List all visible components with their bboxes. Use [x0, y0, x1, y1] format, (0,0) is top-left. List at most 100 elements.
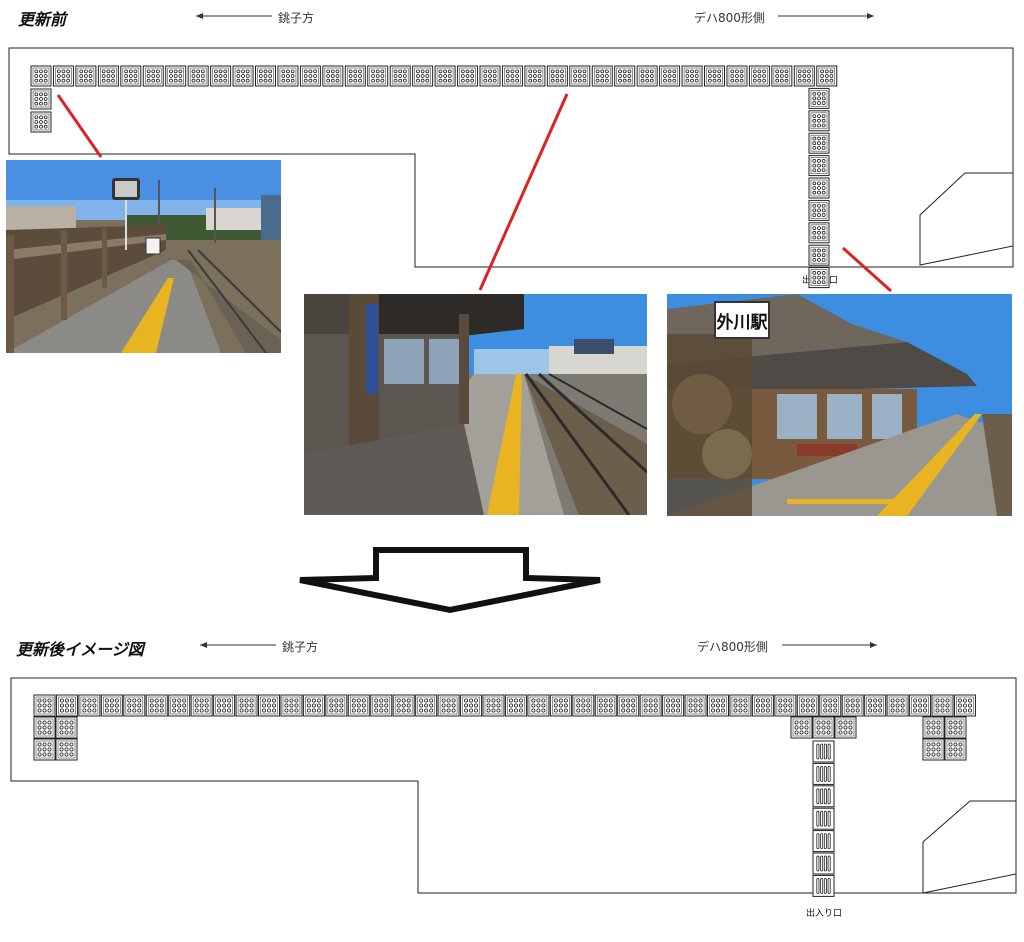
tactile-block-icon	[808, 244, 830, 266]
tactile-line-block-icon	[812, 740, 835, 763]
tactile-block-icon	[190, 694, 213, 717]
tactile-block-icon	[636, 65, 658, 87]
tactile-block-icon	[258, 694, 280, 717]
tactile-block-icon	[662, 694, 685, 717]
tactile-block-icon	[33, 716, 56, 739]
tactile-block-icon	[569, 65, 591, 87]
tactile-block-icon	[389, 65, 411, 87]
station-sign: 外川駅	[717, 312, 769, 333]
tactile-block-icon	[232, 65, 254, 87]
tactile-block-icon	[591, 65, 613, 87]
tactile-block-icon	[816, 65, 838, 87]
tactile-block-icon	[322, 65, 344, 87]
tactile-block-icon	[931, 694, 954, 717]
tactile-block-icon	[639, 694, 662, 717]
tactile-block-icon	[437, 694, 460, 717]
tactile-block-icon	[100, 694, 123, 717]
tactile-block-icon	[412, 65, 434, 87]
leader-line	[478, 93, 569, 291]
tactile-block-icon	[55, 738, 78, 761]
tactile-block-icon	[834, 716, 857, 739]
tactile-block-icon	[886, 694, 909, 717]
tactile-line-block-icon	[812, 830, 835, 853]
photo-station-building: 外川駅	[667, 294, 1012, 516]
tactile-block-icon	[299, 65, 321, 87]
leader-line	[56, 94, 103, 158]
tactile-line-block-icon	[812, 874, 835, 897]
tactile-block-icon	[944, 738, 967, 761]
tactile-block-icon	[168, 694, 191, 717]
tactile-block-icon	[255, 65, 276, 87]
tactile-block-icon	[546, 65, 568, 87]
tactile-block-icon	[120, 65, 142, 87]
tactile-block-icon	[729, 694, 752, 717]
tactile-block-icon	[841, 694, 864, 717]
tactile-block-icon	[460, 694, 483, 717]
tactile-block-icon	[808, 132, 830, 154]
tactile-block-icon	[30, 65, 52, 87]
tactile-block-icon	[213, 694, 236, 717]
tactile-block-icon	[30, 88, 52, 110]
tactile-block-icon	[922, 716, 945, 739]
tactile-block-icon	[774, 694, 797, 717]
photo-platform-end	[6, 160, 281, 353]
tactile-block-icon	[751, 694, 774, 717]
tactile-block-icon	[78, 694, 101, 717]
tactile-block-icon	[370, 694, 393, 717]
leader-line	[841, 246, 893, 293]
tactile-block-icon	[55, 694, 78, 717]
tactile-line-block-icon	[812, 785, 835, 808]
tactile-block-icon	[808, 267, 830, 289]
tactile-block-icon	[808, 222, 830, 244]
tactile-block-icon	[457, 65, 479, 87]
tactile-block-icon	[796, 694, 819, 717]
tactile-block-icon	[808, 87, 830, 109]
tactile-block-icon	[415, 694, 438, 717]
tactile-block-icon	[681, 65, 703, 87]
tactile-block-icon	[187, 65, 209, 87]
tactile-block-icon	[704, 65, 725, 87]
tactile-block-icon	[33, 738, 56, 761]
tactile-block-icon	[944, 716, 967, 739]
tactile-line-block-icon	[812, 852, 835, 875]
tactile-line-block-icon	[812, 762, 835, 785]
tactile-block-icon	[504, 694, 527, 717]
tactile-block-icon	[347, 694, 370, 717]
tactile-block-icon	[97, 65, 119, 87]
tactile-block-icon	[527, 694, 550, 717]
tactile-block-icon	[726, 65, 748, 87]
tactile-block-icon	[52, 65, 74, 87]
tactile-block-icon	[790, 716, 813, 739]
tactile-block-icon	[280, 694, 303, 717]
tactile-block-icon	[549, 694, 572, 717]
tactile-block-icon	[594, 694, 617, 717]
tactile-block-icon	[864, 694, 887, 717]
tactile-block-icon	[808, 110, 830, 132]
tactile-block-icon	[392, 694, 415, 717]
down-arrow-icon	[299, 547, 601, 614]
tactile-block-icon	[33, 694, 56, 717]
tactile-block-icon	[808, 177, 830, 199]
tactile-block-icon	[808, 199, 830, 221]
tactile-block-icon	[210, 65, 232, 87]
tactile-block-icon	[793, 65, 815, 87]
tactile-block-icon	[684, 694, 707, 717]
tactile-block-icon	[325, 694, 348, 717]
tactile-block-icon	[123, 694, 146, 717]
tactile-block-icon	[953, 694, 976, 717]
tactile-block-icon	[707, 694, 729, 717]
tactile-block-icon	[659, 65, 681, 87]
tactile-block-icon	[922, 738, 945, 761]
tactile-block-icon	[235, 694, 258, 717]
tactile-block-icon	[344, 65, 366, 87]
tactile-block-icon	[55, 716, 78, 739]
tactile-block-icon	[277, 65, 299, 87]
tactile-block-icon	[145, 694, 168, 717]
tactile-block-icon	[302, 694, 325, 717]
photo-platform-roof	[304, 294, 647, 515]
tactile-block-icon	[614, 65, 636, 87]
tactile-block-icon	[617, 694, 640, 717]
tactile-block-icon	[367, 65, 389, 87]
tactile-block-icon	[142, 65, 164, 87]
tactile-block-icon	[808, 155, 830, 177]
